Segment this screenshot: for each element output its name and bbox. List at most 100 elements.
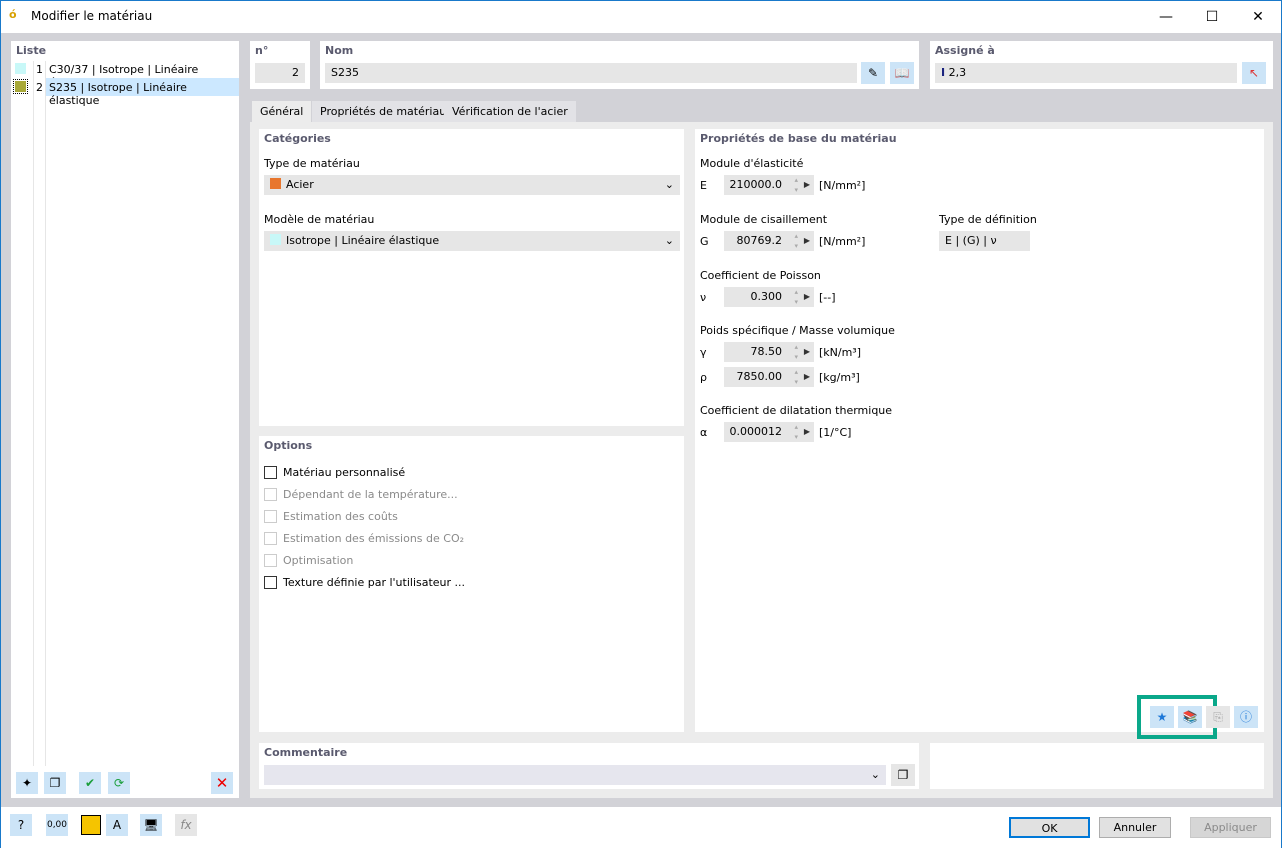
new-material-button[interactable]: ✦ [16, 772, 38, 794]
comment-panel: Commentaire ⌄ ❐ [259, 743, 919, 789]
edit-name-icon[interactable]: ✎ [861, 62, 885, 84]
thermal-label: Coefficient de dilatation thermique [700, 404, 893, 417]
apply-button: Appliquer [1190, 817, 1271, 838]
material-type-label: Type de matériau [264, 157, 360, 170]
poisson-unit: [--] [819, 291, 836, 304]
shear-label: Module de cisaillement [700, 213, 828, 226]
view-icon[interactable]: 🖥 [140, 814, 162, 836]
gamma-unit: [kN/m³] [819, 346, 862, 359]
units-decimals-icon[interactable]: 0,00 [46, 814, 68, 836]
material-model-select[interactable]: Isotrope | Linéaire élastique ⌄ [264, 231, 680, 251]
chevron-down-icon: ⌄ [870, 768, 880, 781]
option-label: Optimisation [283, 554, 354, 567]
checkbox [264, 510, 277, 523]
item-label: S235 | Isotrope | Linéaire élastique [49, 81, 187, 107]
close-button[interactable]: ✕ [1235, 1, 1281, 33]
elasticity-label: Module d'élasticité [700, 157, 804, 170]
bottom-bar: ? 0,00 A 🖥 fx OK Annuler Appliquer [1, 807, 1281, 848]
name-panel: Nom S235 ✎ 📖 [320, 41, 919, 89]
display-properties-icon[interactable]: A [106, 814, 128, 836]
library-colors-icon[interactable]: 📚 [1178, 706, 1202, 728]
app-icon: ó [9, 8, 17, 21]
member-icon: I [941, 66, 946, 79]
model-color-icon [270, 234, 281, 245]
properties-header: Propriétés de base du matériau [700, 132, 897, 145]
poisson-symbol: ν [700, 291, 707, 304]
gamma-symbol: γ [700, 346, 707, 359]
add-to-favorites-icon[interactable]: ★ [1150, 706, 1174, 728]
window-title: Modifier le matériau [31, 9, 153, 23]
assigned-value: 2,3 [948, 66, 967, 79]
color-swatch [15, 63, 26, 74]
elasticity-symbol: E [700, 179, 707, 192]
number-field[interactable]: 2 [255, 63, 305, 83]
list-header: Liste [16, 44, 47, 57]
delete-button[interactable]: ✕ [211, 772, 233, 794]
list-panel: Liste 1 C30/37 | Isotrope | Linéaire éla… [11, 41, 239, 798]
chevron-down-icon: ⌄ [664, 178, 674, 191]
color-icon[interactable] [81, 815, 101, 835]
item-number: 2 [36, 81, 43, 94]
copy-material-button[interactable]: ❐ [44, 772, 66, 794]
assigned-field[interactable]: I 2,3 [935, 63, 1237, 83]
thermal-input[interactable]: 0.000012 ▴ ▾ ▶ [724, 422, 814, 442]
ok-button[interactable]: OK [1009, 817, 1090, 838]
checkbox [264, 488, 277, 501]
material-model-value: Isotrope | Linéaire élastique [286, 234, 440, 247]
name-field[interactable]: S235 [325, 63, 857, 83]
list-item-selected[interactable]: 2 S235 | Isotrope | Linéaire élastique [11, 78, 239, 107]
shear-input[interactable]: 80769.2 ▴ ▾ ▶ [724, 231, 814, 251]
checkbox[interactable] [264, 466, 277, 479]
rho-unit: [kg/m³] [819, 371, 860, 384]
checkbox [264, 532, 277, 545]
color-swatch [15, 81, 26, 92]
gamma-input[interactable]: 78.50 ▴ ▾ ▶ [724, 342, 814, 362]
select-pointer-icon[interactable]: ↖ [1242, 62, 1266, 84]
renumber-button[interactable]: ⟳ [108, 772, 130, 794]
copy-comment-icon[interactable]: ❐ [891, 764, 915, 786]
thermal-symbol: α [700, 426, 708, 439]
tab-material-properties[interactable]: Propriétés de matériau [312, 101, 455, 122]
item-number: 1 [36, 63, 43, 76]
material-type-value: Acier [286, 178, 314, 191]
material-info-icon[interactable]: ⓘ [1234, 706, 1258, 728]
steel-color-icon [270, 178, 281, 189]
export-icon: ⎘ [1206, 706, 1230, 728]
highlight-box [1137, 695, 1217, 739]
rho-input[interactable]: 7850.00 ▴ ▾ ▶ [724, 367, 814, 387]
number-panel: n° 2 [250, 41, 310, 89]
option-label: Estimation des émissions de CO₂ [283, 532, 465, 545]
name-header: Nom [325, 44, 354, 57]
weight-label: Poids spécifique / Masse volumique [700, 324, 895, 337]
tab-general[interactable]: Général [252, 101, 312, 122]
material-model-label: Modèle de matériau [264, 213, 375, 226]
poisson-label: Coefficient de Poisson [700, 269, 821, 282]
option-label: Texture définie par l'utilisateur ... [283, 576, 466, 589]
shear-symbol: G [700, 235, 709, 248]
help-icon[interactable]: ? [10, 814, 32, 836]
number-header: n° [255, 44, 269, 57]
title-bar: ó Modifier le matériau — ☐ ✕ [1, 1, 1281, 33]
check-all-button[interactable]: ✔ [79, 772, 101, 794]
maximize-button[interactable]: ☐ [1189, 1, 1235, 33]
rho-symbol: ρ [700, 371, 707, 384]
elasticity-unit: [N/mm²] [819, 179, 866, 192]
checkbox[interactable] [264, 576, 277, 589]
definition-type-field[interactable]: E | (G) | ν [939, 231, 1030, 251]
tab-steel-design[interactable]: Vérification de l'acier [444, 101, 576, 122]
list-item[interactable]: 1 C30/37 | Isotrope | Linéaire élastique [11, 61, 239, 89]
assigned-header: Assigné à [935, 44, 995, 57]
material-type-select[interactable]: Acier ⌄ [264, 175, 680, 195]
comment-input[interactable]: ⌄ [264, 765, 886, 785]
categories-panel: Catégories Type de matériau Acier ⌄ Modè… [259, 129, 684, 426]
minimize-button[interactable]: — [1143, 1, 1189, 33]
option-label: Estimation des coûts [283, 510, 398, 523]
chevron-down-icon: ⌄ [664, 234, 674, 247]
formula-icon: fx [175, 814, 197, 836]
shear-unit: [N/mm²] [819, 235, 866, 248]
poisson-input[interactable]: 0.300 ▴ ▾ ▶ [724, 287, 814, 307]
elasticity-input[interactable]: 210000.0 ▴ ▾ ▶ [724, 175, 814, 195]
library-icon[interactable]: 📖 [890, 62, 914, 84]
cancel-button[interactable]: Annuler [1099, 817, 1171, 838]
checkbox [264, 554, 277, 567]
